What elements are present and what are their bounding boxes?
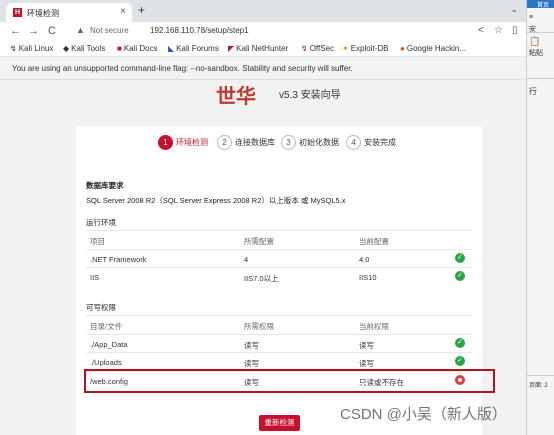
table-row: ./Uploads 读写 读写 ✓ xyxy=(86,352,472,370)
infobar-text: You are using an unsupported command-lin… xyxy=(12,64,353,73)
table-row: IIS IIS7.0以上 IIS10 ✓ xyxy=(86,267,472,285)
tab-close-icon[interactable]: × xyxy=(120,6,126,17)
bookmark-google-hacking[interactable]: ● Google Hackin... xyxy=(400,44,466,53)
bookmark-kali-docs[interactable]: ■ Kali Docs xyxy=(117,44,158,53)
divider xyxy=(527,32,554,33)
version-title: v5.3 安装向导 xyxy=(279,90,341,101)
unsupported-flag-infobar: You are using an unsupported command-lin… xyxy=(0,57,526,80)
clipboard-icon[interactable]: 📋 xyxy=(529,36,540,47)
runtime-header-row: 项目 所需配置 当前配置 xyxy=(86,230,472,248)
table-row: ./App_Data 读写 读写 ✓ xyxy=(86,334,472,352)
step-complete: 4 安装完成 xyxy=(346,135,396,150)
csdn-watermark: CSDN @小吴（新人版） xyxy=(340,406,507,423)
bookmark-exploit-db[interactable]: ✦ Exploit-DB xyxy=(342,44,389,53)
step-connect-db: 2 连接数据库 xyxy=(217,135,275,150)
check-ok-icon: ✓ xyxy=(455,356,465,366)
docs-icon: ■ xyxy=(117,44,122,53)
google-hacking-icon: ● xyxy=(400,44,405,53)
tab-bar: H 环境检测 × + ⌄ xyxy=(0,0,526,22)
col-header-current: 当前配置 xyxy=(359,237,389,246)
new-tab-button[interactable]: + xyxy=(138,3,145,17)
forums-icon: ◣ xyxy=(168,44,175,53)
bookmark-kali-tools[interactable]: ◆ Kali Tools xyxy=(63,44,105,53)
check-ok-icon: ✓ xyxy=(455,338,465,348)
bookmark-kali-linux[interactable]: ↯ Kali Linux xyxy=(10,44,53,53)
table-row: .NET Framework 4 4.0 ✓ xyxy=(86,249,472,267)
bookmark-offsec[interactable]: ↯ OffSec xyxy=(301,44,334,53)
tab-search-dropdown[interactable]: ⌄ xyxy=(510,4,518,15)
forward-button[interactable]: → xyxy=(28,25,39,37)
security-label: Not secure xyxy=(90,26,129,35)
side-panel-icon[interactable]: ▯ xyxy=(512,25,518,36)
reload-button[interactable]: C xyxy=(48,25,56,37)
col-header-item: 项目 xyxy=(90,237,105,246)
step-env-check: 1 环境检测 xyxy=(158,135,208,150)
divider xyxy=(527,375,554,376)
recheck-button[interactable]: 重新检测 xyxy=(259,415,300,431)
tab-active[interactable]: H 环境检测 × xyxy=(6,3,132,22)
tab-title: 环境检测 xyxy=(27,9,59,18)
site-favicon-icon: H xyxy=(13,8,22,17)
db-requirements-title: 数据库要求 xyxy=(86,181,124,190)
bookmark-star-icon[interactable]: ☆ xyxy=(494,25,503,36)
runtime-section-title: 运行环境 xyxy=(86,218,116,227)
exploit-db-icon: ✦ xyxy=(342,44,349,53)
document-heading: 行 xyxy=(529,87,537,96)
bookmarks-bar: ↯ Kali Linux ◆ Kali Tools ■ Kali Docs ◣ Kali… xyxy=(0,42,526,57)
divider xyxy=(527,78,554,79)
nethunter-icon: ◤ xyxy=(228,44,235,53)
browser-toolbar: ← → C ▲ Not secure 192.168.110.78/setup/… xyxy=(0,22,526,42)
product-logo: 世华 xyxy=(216,84,256,108)
tools-icon: ◆ xyxy=(63,44,70,53)
offsec-icon: ↯ xyxy=(301,44,308,53)
menu-icon[interactable]: ≡ xyxy=(529,14,533,21)
col-header-current-perm: 当前权限 xyxy=(359,322,389,331)
col-header-path: 目录/文件 xyxy=(90,322,123,331)
highlight-box xyxy=(84,369,495,393)
warning-icon[interactable]: ▲ xyxy=(76,25,85,35)
bookmark-kali-forums[interactable]: ◣ Kali Forums xyxy=(168,44,219,53)
step-init-data: 3 初始化数据 xyxy=(281,135,339,150)
bookmark-kali-nethunter[interactable]: ◤ Kali NetHunter xyxy=(228,44,288,53)
permissions-section-title: 可写权限 xyxy=(86,303,116,312)
paste-label[interactable]: 粘贴 xyxy=(529,48,543,58)
db-requirements-text: SQL Server 2008 R2（SQL Server Express 20… xyxy=(86,196,346,205)
col-header-required-perm: 所需权限 xyxy=(244,322,274,331)
check-ok-icon: ✓ xyxy=(455,271,465,281)
page-counter: 页面: 2 xyxy=(529,383,548,389)
url-text[interactable]: 192.168.110.78/setup/step1 xyxy=(150,26,249,35)
col-header-required: 所需配置 xyxy=(244,237,274,246)
permissions-header-row: 目录/文件 所需权限 当前权限 xyxy=(86,315,472,333)
check-ok-icon: ✓ xyxy=(455,253,465,263)
dragon-icon: ↯ xyxy=(10,44,17,53)
address-bar[interactable]: ▲ Not secure 192.168.110.78/setup/step1 xyxy=(72,24,472,39)
side-app-titlebar: 首页 xyxy=(527,0,554,9)
share-icon[interactable]: < xyxy=(478,25,484,36)
side-app-window: 首页 ≡ 安 📋 粘贴 行 页面: 2 xyxy=(526,0,554,435)
back-button[interactable]: ← xyxy=(10,25,21,37)
